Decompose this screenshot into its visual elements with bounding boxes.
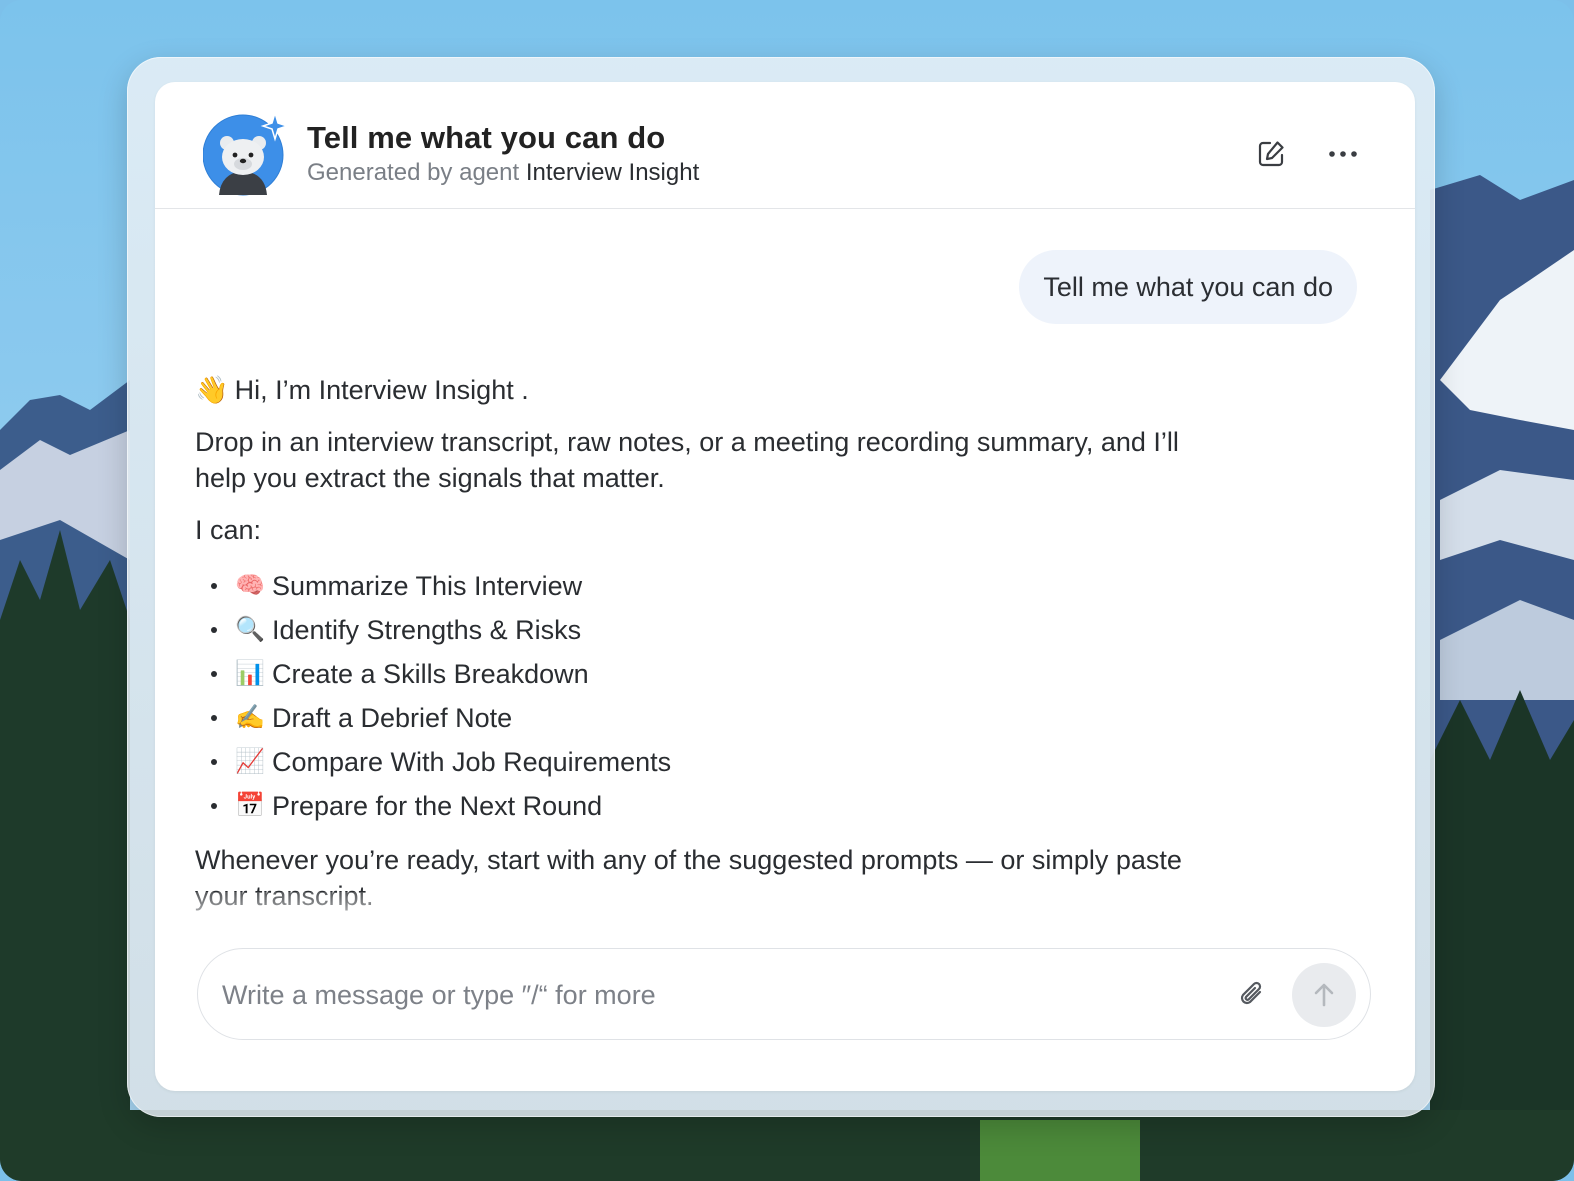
greeting: 👋 Hi, I’m Interview Insight . — [195, 372, 1205, 408]
list-item: 🧠 Summarize This Interview — [211, 564, 1205, 608]
writing-hand-emoji: ✍️ — [235, 704, 265, 731]
greeting-text: Hi, I’m Interview Insight . — [234, 375, 529, 405]
send-button[interactable] — [1292, 963, 1356, 1027]
chat-window: Tell me what you can do Generated by age… — [155, 82, 1415, 1091]
agent-avatar[interactable] — [202, 110, 290, 196]
intro-text: Drop in an interview transcript, raw not… — [195, 427, 1179, 493]
list-item: 🔍 Identify Strengths & Risks — [211, 608, 1205, 652]
scroll-fade — [155, 892, 1415, 952]
bar-chart-emoji: 📊 — [235, 660, 265, 687]
paperclip-icon — [1240, 981, 1262, 1005]
calendar-emoji: 📅 — [235, 792, 265, 819]
capability-label: Summarize This Interview — [272, 571, 583, 601]
bullet — [211, 759, 217, 765]
agent-name[interactable]: Interview Insight — [526, 159, 699, 186]
capability-label: Draft a Debrief Note — [272, 703, 513, 733]
capability-label: Create a Skills Breakdown — [272, 659, 589, 689]
capability-label: Identify Strengths & Risks — [272, 615, 582, 645]
message-composer[interactable]: Write a message or type ″/“ for more — [197, 948, 1371, 1040]
chat-header: Tell me what you can do Generated by age… — [155, 82, 1415, 209]
edit-button[interactable] — [1251, 134, 1291, 174]
page-title: Tell me what you can do — [307, 120, 666, 155]
agent-attribution: Generated by agent Interview Insight — [307, 159, 699, 187]
list-item: 📈 Compare With Job Requirements — [211, 740, 1205, 784]
more-icon — [1329, 151, 1357, 157]
more-options-button[interactable] — [1323, 134, 1363, 174]
capability-label: Prepare for the Next Round — [272, 791, 603, 821]
list-item: ✍️ Draft a Debrief Note — [211, 696, 1205, 740]
bullet — [211, 715, 217, 721]
bullet — [211, 671, 217, 677]
bullet — [211, 627, 217, 633]
attach-button[interactable] — [1232, 975, 1272, 1015]
list-item: 📊 Create a Skills Breakdown — [211, 652, 1205, 696]
capability-label: Compare With Job Requirements — [272, 747, 672, 777]
user-message: Tell me what you can do — [1019, 250, 1357, 324]
magnifier-emoji: 🔍 — [235, 616, 265, 643]
bullet — [211, 583, 217, 589]
attribution-prefix: Generated by agent — [307, 159, 520, 186]
message-input[interactable]: Write a message or type ″/“ for more — [222, 949, 656, 1041]
assistant-message: 👋 Hi, I’m Interview Insight . Drop in an… — [195, 372, 1205, 930]
wave-emoji: 👋 — [195, 375, 229, 405]
capabilities-label: I can: — [195, 515, 262, 545]
bullet — [211, 803, 217, 809]
arrow-up-icon — [1314, 983, 1334, 1007]
list-item: 📅 Prepare for the Next Round — [211, 784, 1205, 828]
brain-emoji: 🧠 — [235, 572, 265, 599]
capabilities-list: 🧠 Summarize This Interview 🔍 Identify Stre… — [195, 564, 1205, 828]
edit-icon — [1258, 141, 1284, 167]
trend-chart-emoji: 📈 — [235, 748, 265, 775]
